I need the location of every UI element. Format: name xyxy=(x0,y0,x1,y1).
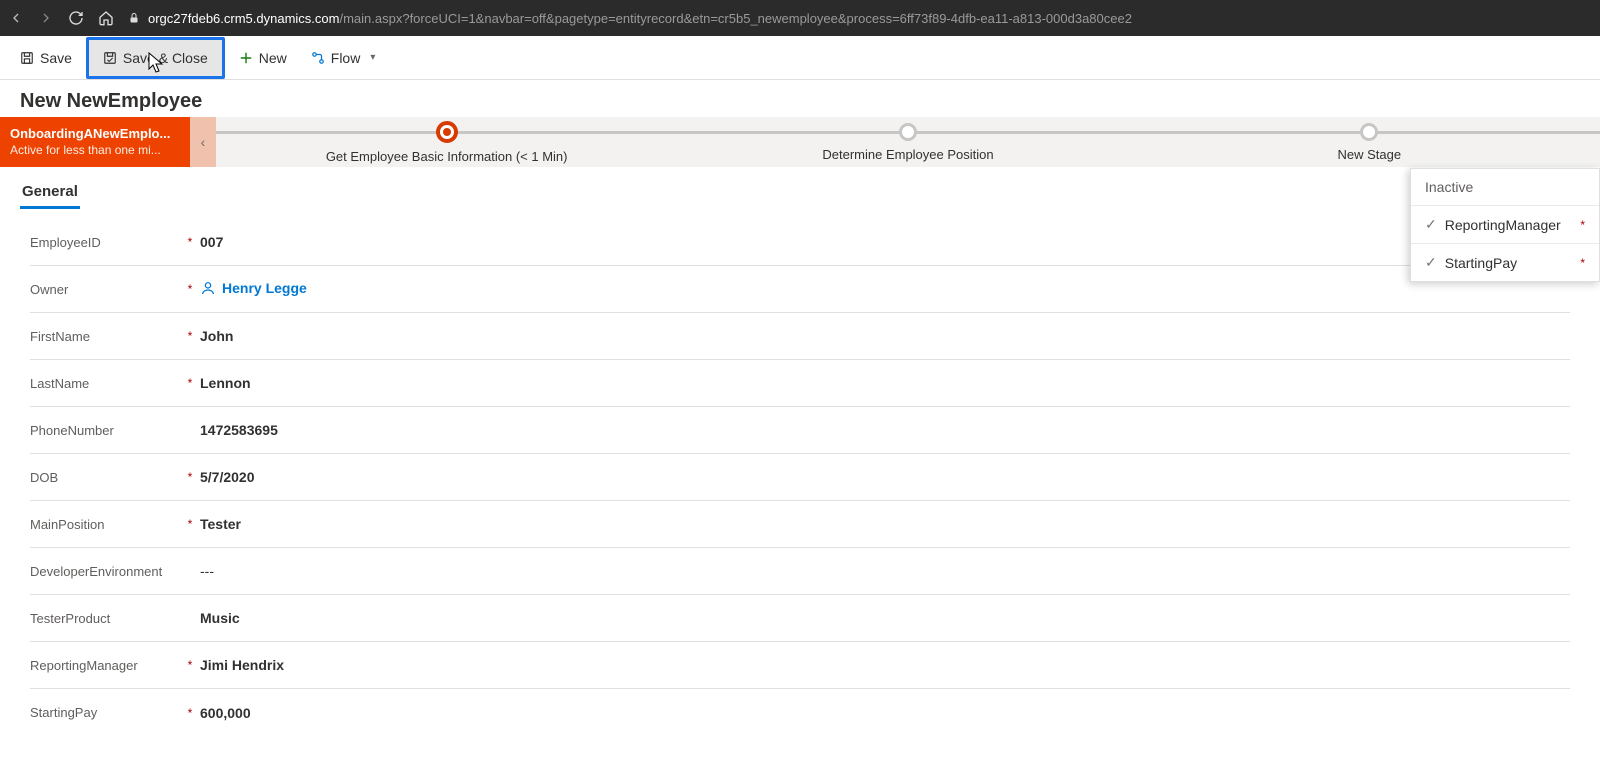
bpf-name: OnboardingANewEmplo... xyxy=(10,126,180,143)
field-startingpay[interactable]: StartingPay * 600,000 xyxy=(30,689,1570,736)
new-label: New xyxy=(259,50,287,66)
field-value: --- xyxy=(200,563,1570,579)
field-lastname[interactable]: LastName * Lennon xyxy=(30,360,1570,407)
check-icon: ✓ xyxy=(1425,216,1437,233)
required-marker: * xyxy=(180,282,200,296)
stage-label: Determine Employee Position xyxy=(822,147,993,162)
field-employeeid[interactable]: EmployeeID * 007 xyxy=(30,219,1570,266)
flyout-label: ReportingManager xyxy=(1445,217,1573,233)
bpf-status: Active for less than one mi... xyxy=(10,143,180,159)
field-label: EmployeeID xyxy=(30,235,180,250)
save-close-label: Save & Close xyxy=(123,50,208,66)
reload-icon[interactable] xyxy=(68,10,84,26)
field-value: 600,000 xyxy=(200,705,1570,721)
save-label: Save xyxy=(40,50,72,66)
flow-icon xyxy=(311,51,325,65)
url-text: orgc27fdeb6.crm5.dynamics.com/main.aspx?… xyxy=(148,11,1132,26)
field-value: 1472583695 xyxy=(200,422,1570,438)
field-dob[interactable]: DOB * 5/7/2020 xyxy=(30,454,1570,501)
field-value: 5/7/2020 xyxy=(200,469,1570,485)
field-label: TesterProduct xyxy=(30,611,180,626)
field-value: Tester xyxy=(200,516,1570,532)
flow-label: Flow xyxy=(331,50,361,66)
field-value: 007 xyxy=(200,234,1570,250)
required-marker: * xyxy=(180,376,200,390)
url-bar[interactable]: orgc27fdeb6.crm5.dynamics.com/main.aspx?… xyxy=(128,11,1592,26)
required-marker: * xyxy=(180,517,200,531)
field-label: LastName xyxy=(30,376,180,391)
field-developerenvironment[interactable]: DeveloperEnvironment --- xyxy=(30,548,1570,595)
forward-icon[interactable] xyxy=(38,10,54,26)
bpf-stages: Get Employee Basic Information (< 1 Min)… xyxy=(216,117,1600,167)
save-icon xyxy=(20,51,34,65)
field-phonenumber[interactable]: PhoneNumber 1472583695 xyxy=(30,407,1570,454)
required-marker: * xyxy=(180,470,200,484)
field-label: Owner xyxy=(30,282,180,297)
stage-label: Get Employee Basic Information (< 1 Min) xyxy=(326,149,568,164)
field-label: FirstName xyxy=(30,329,180,344)
field-mainposition[interactable]: MainPosition * Tester xyxy=(30,501,1570,548)
new-button[interactable]: New xyxy=(229,44,297,72)
chevron-left-icon: ‹ xyxy=(201,134,206,150)
save-close-highlight: Save & Close xyxy=(86,37,225,79)
stage-flyout: Inactive ✓ ReportingManager * ✓ Starting… xyxy=(1410,168,1600,282)
required-marker: * xyxy=(1580,256,1585,270)
required-marker: * xyxy=(180,235,200,249)
chevron-down-icon: ▾ xyxy=(370,52,375,63)
check-icon: ✓ xyxy=(1425,254,1437,271)
home-icon[interactable] xyxy=(98,10,114,26)
bpf-bar: OnboardingANewEmplo... Active for less t… xyxy=(0,117,1600,167)
field-label: DOB xyxy=(30,470,180,485)
tab-general[interactable]: General xyxy=(20,177,80,209)
lock-icon xyxy=(128,12,140,24)
stage-label: New Stage xyxy=(1338,147,1402,162)
flyout-row-reportingmanager[interactable]: ✓ ReportingManager * xyxy=(1411,205,1599,243)
required-marker: * xyxy=(1580,218,1585,232)
stage-circle-icon xyxy=(1360,123,1378,141)
field-owner[interactable]: Owner * Henry Legge xyxy=(30,266,1570,313)
stage-3[interactable]: New Stage xyxy=(1139,123,1600,162)
stage-2[interactable]: Determine Employee Position xyxy=(677,123,1138,162)
plus-icon xyxy=(239,51,253,65)
save-button[interactable]: Save xyxy=(10,44,82,72)
flyout-title: Inactive xyxy=(1411,169,1599,205)
save-close-button[interactable]: Save & Close xyxy=(93,44,218,72)
field-reportingmanager[interactable]: ReportingManager * Jimi Hendrix xyxy=(30,642,1570,689)
required-marker: * xyxy=(180,329,200,343)
stage-circle-icon xyxy=(899,123,917,141)
field-value: Music xyxy=(200,610,1570,626)
flow-button[interactable]: Flow ▾ xyxy=(301,44,386,72)
bpf-header[interactable]: OnboardingANewEmplo... Active for less t… xyxy=(0,117,190,167)
flyout-row-startingpay[interactable]: ✓ StartingPay * xyxy=(1411,243,1599,281)
owner-name: Henry Legge xyxy=(222,280,307,296)
tab-row: General xyxy=(0,167,1600,209)
back-icon[interactable] xyxy=(8,10,24,26)
field-value: Henry Legge xyxy=(200,280,1570,299)
field-label: StartingPay xyxy=(30,705,180,720)
field-value: Jimi Hendrix xyxy=(200,657,1570,673)
flyout-label: StartingPay xyxy=(1445,255,1573,271)
person-icon xyxy=(200,280,216,296)
owner-link[interactable]: Henry Legge xyxy=(200,280,307,296)
field-firstname[interactable]: FirstName * John xyxy=(30,313,1570,360)
field-label: PhoneNumber xyxy=(30,423,180,438)
stage-1[interactable]: Get Employee Basic Information (< 1 Min) xyxy=(216,121,677,164)
command-bar: Save Save & Close New Flow ▾ xyxy=(0,36,1600,80)
required-marker: * xyxy=(180,658,200,672)
field-value: Lennon xyxy=(200,375,1570,391)
field-label: MainPosition xyxy=(30,517,180,532)
field-testerproduct[interactable]: TesterProduct Music xyxy=(30,595,1570,642)
required-marker: * xyxy=(180,706,200,720)
stage-circle-icon xyxy=(436,121,458,143)
bpf-collapse-button[interactable]: ‹ xyxy=(190,117,216,167)
save-close-icon xyxy=(103,51,117,65)
form-area: EmployeeID * 007 Owner * Henry Legge Fir… xyxy=(0,209,1600,746)
page-title: New NewEmployee xyxy=(0,80,1600,117)
field-label: DeveloperEnvironment xyxy=(30,564,180,579)
browser-chrome: orgc27fdeb6.crm5.dynamics.com/main.aspx?… xyxy=(0,0,1600,36)
field-label: ReportingManager xyxy=(30,658,180,673)
field-value: John xyxy=(200,328,1570,344)
